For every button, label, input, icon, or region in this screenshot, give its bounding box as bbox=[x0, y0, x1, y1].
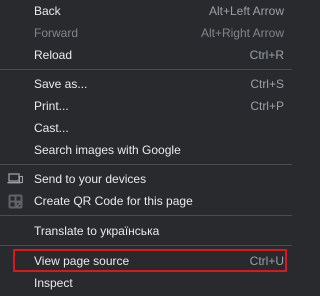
menu-item-cast[interactable]: Cast... bbox=[0, 117, 292, 139]
menu-separator bbox=[0, 164, 292, 165]
menu-item-translate[interactable]: Translate to українська bbox=[0, 220, 292, 242]
menu-item-label: Inspect bbox=[34, 276, 73, 290]
context-menu: Back Alt+Left Arrow Forward Alt+Right Ar… bbox=[0, 0, 292, 296]
menu-item-shortcut: Ctrl+S bbox=[250, 77, 284, 91]
menu-item-label: Save as... bbox=[34, 77, 88, 91]
qr-code-icon bbox=[7, 193, 23, 209]
menu-item-shortcut: Alt+Right Arrow bbox=[200, 26, 284, 40]
menu-item-save-as[interactable]: Save as... Ctrl+S bbox=[0, 73, 292, 95]
menu-item-reload[interactable]: Reload Ctrl+R bbox=[0, 44, 292, 66]
menu-item-label: Reload bbox=[34, 48, 73, 62]
menu-item-label: Print... bbox=[34, 99, 69, 113]
menu-item-back[interactable]: Back Alt+Left Arrow bbox=[0, 0, 292, 22]
menu-item-forward[interactable]: Forward Alt+Right Arrow bbox=[0, 22, 292, 44]
menu-item-label: Translate to українська bbox=[34, 224, 160, 238]
menu-item-shortcut: Ctrl+P bbox=[250, 99, 284, 113]
menu-item-shortcut: Alt+Left Arrow bbox=[208, 4, 284, 18]
menu-item-shortcut: Ctrl+R bbox=[249, 48, 284, 62]
menu-item-label: Back bbox=[34, 4, 61, 18]
menu-item-qr-code[interactable]: Create QR Code for this page bbox=[0, 190, 292, 212]
menu-item-label: Send to your devices bbox=[34, 172, 147, 186]
menu-separator bbox=[0, 245, 292, 246]
menu-item-label: Cast... bbox=[34, 121, 69, 135]
highlight-box bbox=[13, 249, 287, 272]
menu-item-label: Search images with Google bbox=[34, 143, 181, 157]
menu-item-search-images[interactable]: Search images with Google bbox=[0, 139, 292, 161]
menu-item-print[interactable]: Print... Ctrl+P bbox=[0, 95, 292, 117]
menu-item-label: Forward bbox=[34, 26, 79, 40]
devices-icon bbox=[7, 171, 23, 187]
menu-separator bbox=[0, 215, 292, 216]
menu-item-inspect[interactable]: Inspect bbox=[0, 272, 292, 294]
menu-item-label: Create QR Code for this page bbox=[34, 194, 193, 208]
menu-separator bbox=[0, 69, 292, 70]
menu-item-send-to-devices[interactable]: Send to your devices bbox=[0, 168, 292, 190]
